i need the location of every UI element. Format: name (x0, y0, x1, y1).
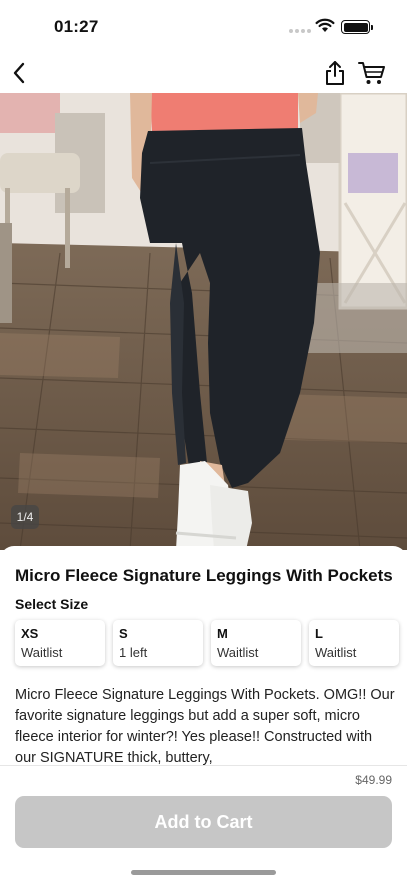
status-time: 01:27 (54, 17, 99, 36)
select-size-label: Select Size (15, 596, 89, 612)
size-name: XS (21, 626, 39, 641)
size-selector: XS Waitlist S 1 left M Waitlist L Waitli… (15, 620, 401, 666)
battery-icon (341, 20, 373, 34)
share-icon (326, 61, 344, 85)
product-description: Micro Fleece Signature Leggings With Poc… (15, 687, 395, 766)
size-option-s[interactable]: S 1 left (113, 620, 203, 666)
product-price: $49.99 (355, 773, 392, 787)
chevron-left-icon (13, 62, 25, 84)
divider (0, 765, 407, 766)
share-button[interactable] (318, 56, 352, 90)
size-option-l[interactable]: L Waitlist (309, 620, 399, 666)
size-option-m[interactable]: M Waitlist (211, 620, 301, 666)
size-name: S (119, 626, 128, 641)
size-name: L (315, 626, 323, 641)
signal-dots-icon (289, 29, 311, 33)
product-image[interactable]: 1/4 (0, 93, 407, 550)
home-indicator (131, 870, 276, 875)
nav-bar (0, 54, 407, 93)
wifi-icon (315, 18, 335, 32)
add-to-cart-button[interactable]: Add to Cart (15, 796, 392, 848)
status-bar: 01:27 (0, 0, 407, 54)
back-button[interactable] (2, 56, 36, 90)
image-counter: 1/4 (11, 505, 39, 529)
cart-button[interactable] (355, 56, 389, 90)
product-details-sheet: Micro Fleece Signature Leggings With Poc… (0, 546, 407, 883)
size-status: Waitlist (217, 645, 259, 660)
cart-icon (358, 62, 385, 84)
size-name: M (217, 626, 228, 641)
size-status: Waitlist (315, 645, 357, 660)
product-title: Micro Fleece Signature Leggings With Poc… (15, 566, 393, 585)
size-status: 1 left (119, 645, 148, 660)
size-status: Waitlist (21, 645, 63, 660)
size-option-xs[interactable]: XS Waitlist (15, 620, 105, 666)
